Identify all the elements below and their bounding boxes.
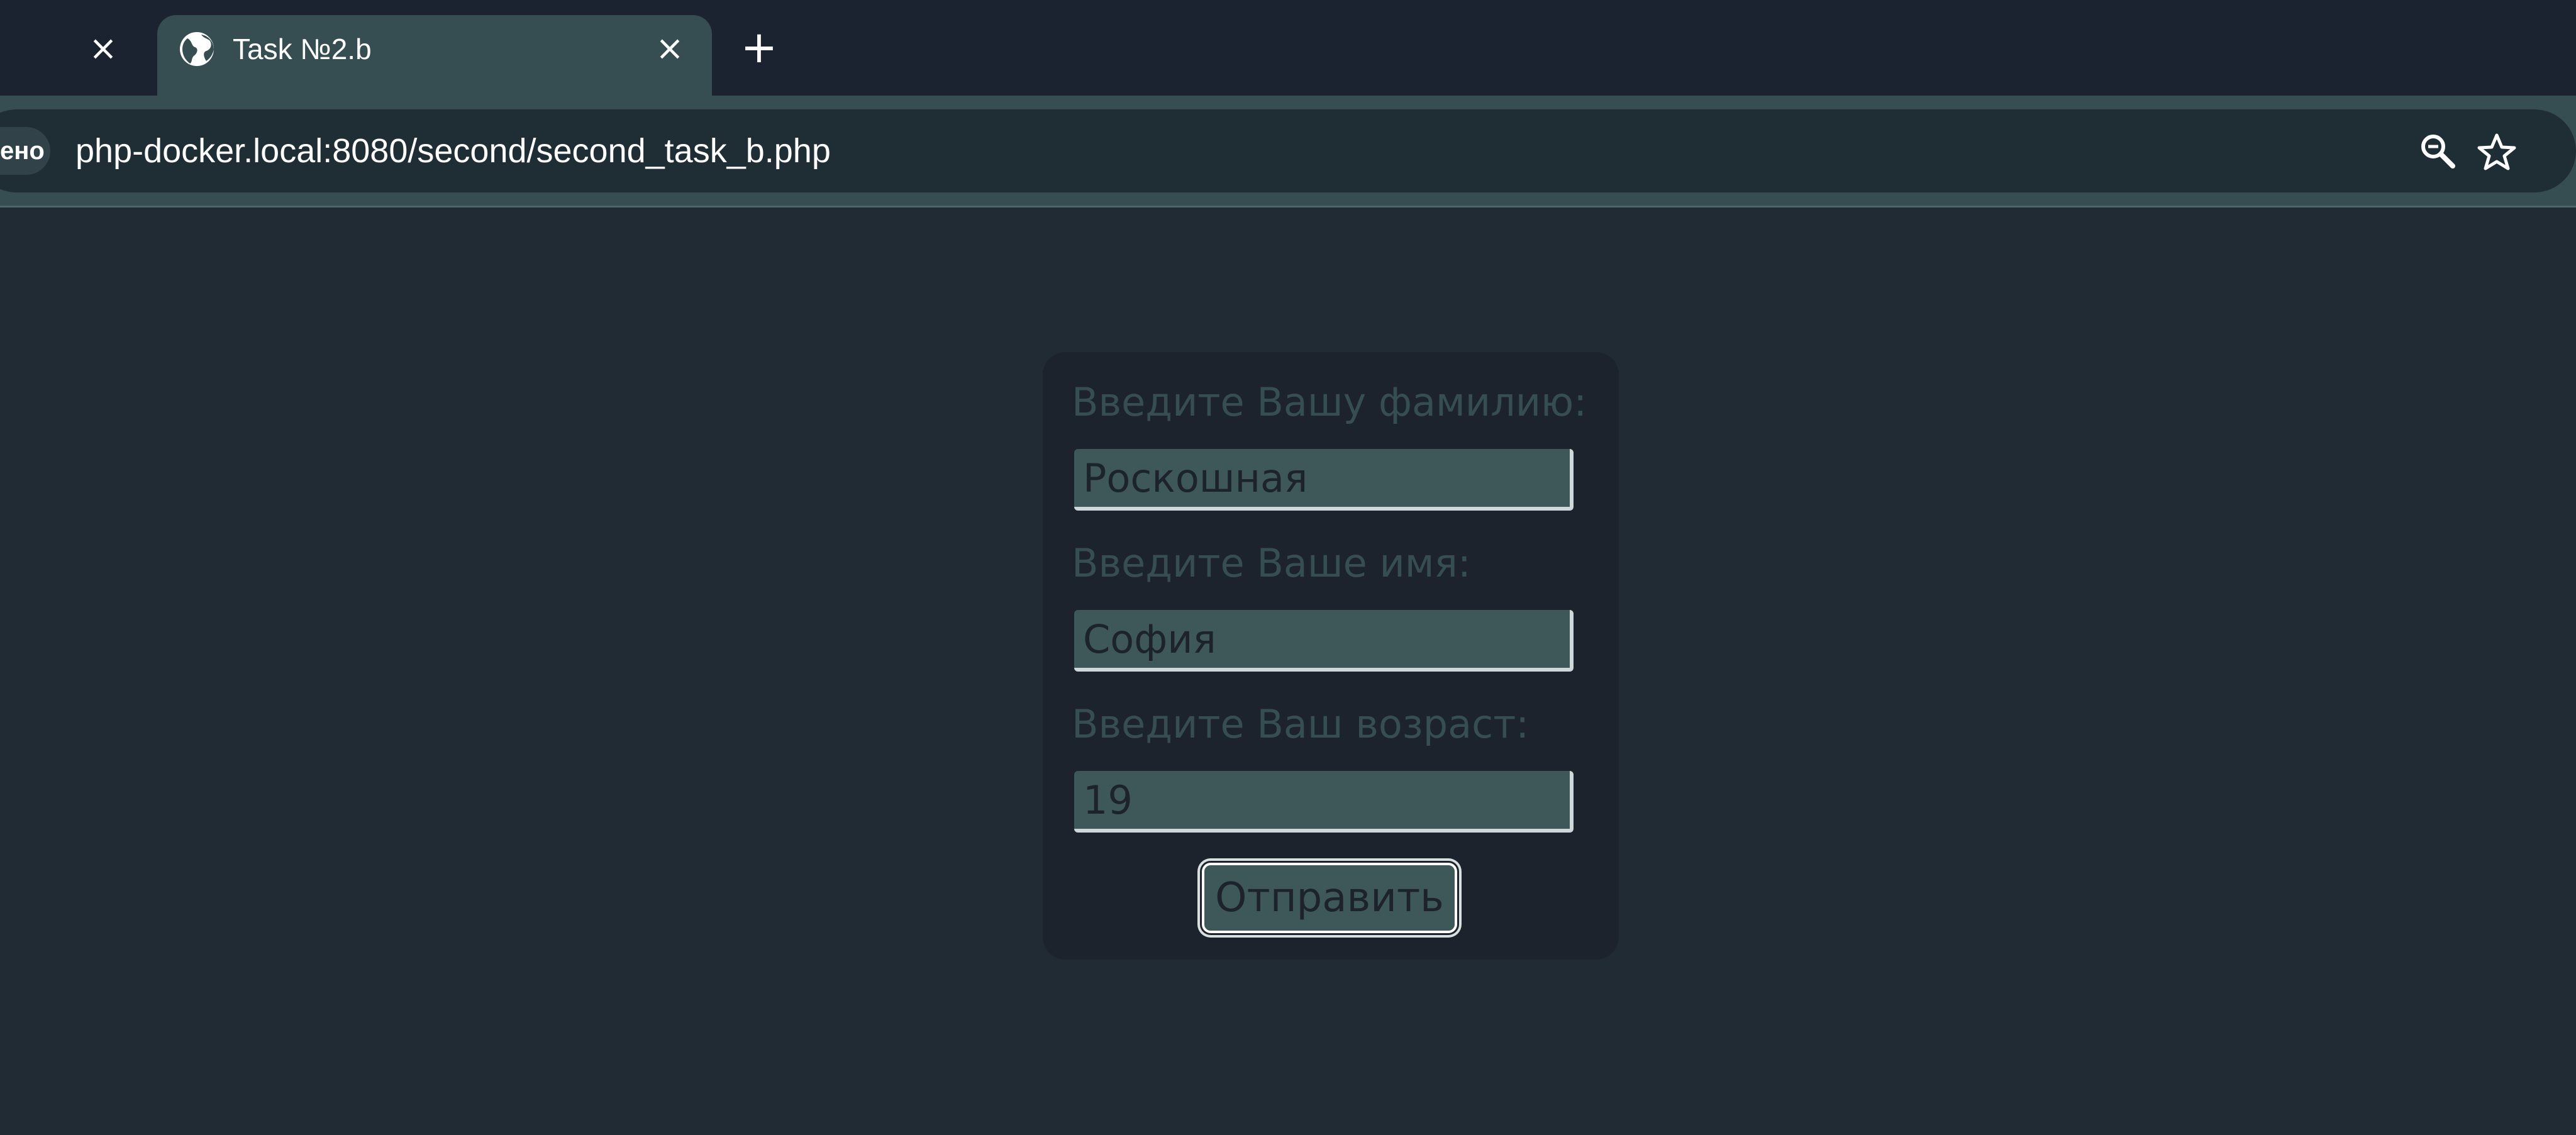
site-security-chip[interactable]: ено — [0, 127, 50, 175]
surname-input[interactable] — [1074, 449, 1574, 511]
globe-icon — [179, 31, 215, 67]
age-input[interactable] — [1074, 771, 1574, 833]
age-label: Введите Ваш возраст: — [1072, 701, 1530, 747]
new-tab-icon[interactable]: + — [737, 25, 781, 69]
address-bar[interactable]: ено php-docker.local:8080/second/second_… — [0, 109, 2576, 192]
tab-task-2b[interactable]: Task №2.b × — [157, 15, 712, 96]
url-text[interactable]: php-docker.local:8080/second/second_task… — [75, 130, 831, 172]
name-input[interactable] — [1074, 610, 1574, 672]
tab-title: Task №2.b — [233, 33, 372, 65]
form-card: Введите Вашу фамилию: Введите Ваше имя: … — [1043, 352, 1619, 960]
name-label: Введите Ваше имя: — [1072, 540, 1471, 586]
toolbar: ено php-docker.local:8080/second/second_… — [0, 96, 2576, 208]
tab-close-icon[interactable]: × — [648, 26, 692, 70]
browser-window: × Task №2.b × + ено php-docker.local:808… — [0, 0, 2576, 1135]
surname-label: Введите Вашу фамилию: — [1072, 379, 1587, 425]
zoom-icon[interactable] — [2419, 132, 2457, 170]
tab-strip: × Task №2.b × + — [0, 0, 2576, 96]
submit-button[interactable]: Отправить — [1200, 861, 1459, 935]
bookmark-star-icon[interactable] — [2477, 132, 2517, 172]
previous-tab-close-icon[interactable]: × — [84, 26, 122, 70]
